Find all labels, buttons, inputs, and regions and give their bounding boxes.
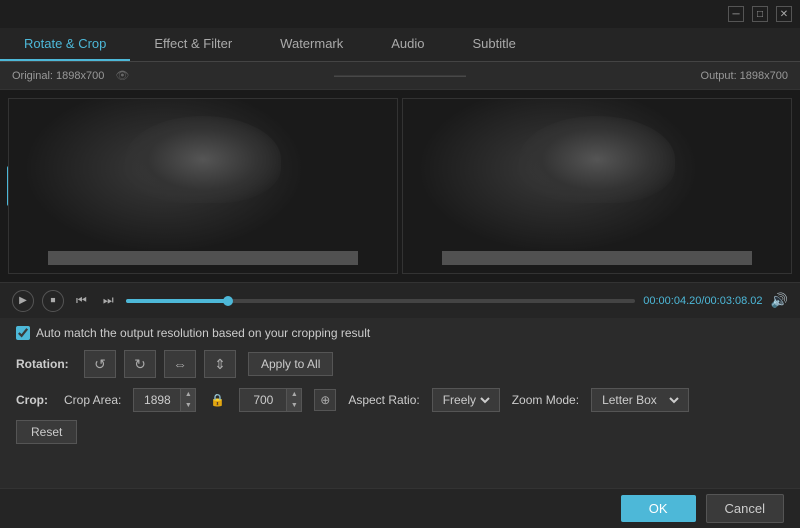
crop-row: Crop: Crop Area: ▲ ▼ 🔒 ▲ ▼ ⊕ Aspect Rati… xyxy=(16,388,784,412)
zoom-mode-label: Zoom Mode: xyxy=(512,393,579,407)
crop-width-down[interactable]: ▼ xyxy=(181,400,195,411)
ok-button[interactable]: OK xyxy=(621,495,696,522)
crop-label: Crop: xyxy=(16,393,52,407)
rotate-cw-button[interactable]: ↻ xyxy=(124,350,156,378)
timeline-bar: ▶ ⏹ ⏮ ⏭ 00:00:04.20/00:03:08.02 🔊 xyxy=(0,282,800,318)
flip-vertical-button[interactable]: ⇕ xyxy=(204,350,236,378)
video-content-left xyxy=(9,99,397,273)
crop-height-down[interactable]: ▼ xyxy=(287,400,301,411)
filename-display: ———————————— xyxy=(271,70,530,82)
prev-frame-button[interactable]: ⏮ xyxy=(72,293,91,308)
volume-icon[interactable]: 🔊 xyxy=(771,292,788,309)
progress-fill xyxy=(126,299,228,303)
tab-rotate-crop[interactable]: Rotate & Crop xyxy=(0,28,130,61)
next-frame-button[interactable]: ⏭ xyxy=(99,293,118,308)
preview-area xyxy=(0,90,800,282)
bottom-bar: OK Cancel xyxy=(0,488,800,528)
auto-match-checkbox[interactable] xyxy=(16,326,30,340)
rotation-label: Rotation: xyxy=(16,357,76,371)
cancel-button[interactable]: Cancel xyxy=(706,494,784,523)
close-button[interactable]: ✕ xyxy=(776,6,792,22)
info-bar: Original: 1898x700 👁 ———————————— Output… xyxy=(0,62,800,90)
aspect-ratio-select[interactable]: Freely 16:9 4:3 1:1 xyxy=(439,392,493,408)
aspect-ratio-label: Aspect Ratio: xyxy=(348,393,419,407)
progress-track[interactable] xyxy=(126,299,636,303)
zoom-mode-dropdown[interactable]: Letter Box Pan & Scan Full xyxy=(591,388,689,412)
aspect-ratio-dropdown[interactable]: Freely 16:9 4:3 1:1 xyxy=(432,388,500,412)
video-frame-right xyxy=(402,98,792,274)
auto-match-row: Auto match the output resolution based o… xyxy=(16,326,784,340)
eye-icon[interactable]: 👁 xyxy=(115,69,129,82)
subtitle-overlay-right xyxy=(442,251,752,265)
crop-height-input[interactable] xyxy=(240,393,286,407)
reset-row: Reset xyxy=(16,420,784,444)
tab-bar: Rotate & Crop Effect & Filter Watermark … xyxy=(0,28,800,62)
stop-button[interactable]: ⏹ xyxy=(42,290,64,312)
crop-center-button[interactable]: ⊕ xyxy=(314,389,336,411)
tab-effect-filter[interactable]: Effect & Filter xyxy=(130,28,256,61)
crop-width-up[interactable]: ▲ xyxy=(181,389,195,400)
play-button[interactable]: ▶ xyxy=(12,290,34,312)
zoom-mode-select[interactable]: Letter Box Pan & Scan Full xyxy=(598,392,682,408)
crop-height-up[interactable]: ▲ xyxy=(287,389,301,400)
auto-match-label: Auto match the output resolution based o… xyxy=(36,326,370,340)
output-resolution: Output: 1898x700 xyxy=(529,70,788,82)
crop-height-input-wrap: ▲ ▼ xyxy=(239,388,302,412)
crop-area-label: Crop Area: xyxy=(64,393,121,407)
original-resolution: Original: 1898x700 👁 xyxy=(12,69,271,82)
time-display: 00:00:04.20/00:03:08.02 xyxy=(643,295,762,307)
subtitle-overlay-left xyxy=(48,251,358,265)
crop-height-spinners: ▲ ▼ xyxy=(286,389,301,411)
flip-horizontal-button[interactable]: ⇔ xyxy=(164,350,196,378)
title-bar: ─ □ ✕ xyxy=(0,0,800,28)
progress-thumb[interactable] xyxy=(223,296,233,306)
reset-button[interactable]: Reset xyxy=(16,420,77,444)
video-frame-left xyxy=(8,98,398,274)
crop-width-spinners: ▲ ▼ xyxy=(180,389,195,411)
lock-icon[interactable]: 🔒 xyxy=(210,393,225,407)
tab-audio[interactable]: Audio xyxy=(367,28,448,61)
rotation-row: Rotation: ↺ ↻ ⇔ ⇕ Apply to All xyxy=(16,350,784,378)
minimize-button[interactable]: ─ xyxy=(728,6,744,22)
controls-panel: Auto match the output resolution based o… xyxy=(0,318,800,452)
video-content-right xyxy=(403,99,791,273)
tab-watermark[interactable]: Watermark xyxy=(256,28,367,61)
tab-subtitle[interactable]: Subtitle xyxy=(449,28,540,61)
apply-all-button[interactable]: Apply to All xyxy=(248,352,333,376)
rotate-ccw-button[interactable]: ↺ xyxy=(84,350,116,378)
crop-width-input[interactable] xyxy=(134,393,180,407)
maximize-button[interactable]: □ xyxy=(752,6,768,22)
crop-width-input-wrap: ▲ ▼ xyxy=(133,388,196,412)
